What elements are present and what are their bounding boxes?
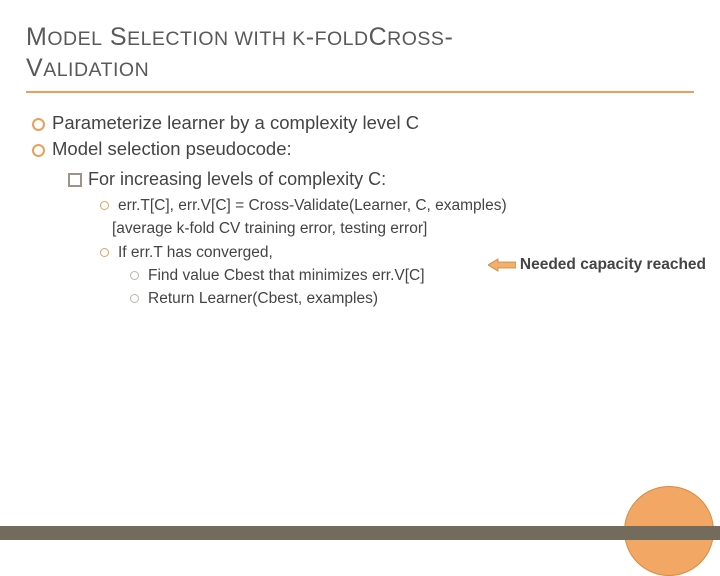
bullet-lvl1: Parameterize learner by a complexity lev… <box>30 111 694 136</box>
title-w1-sc: ODEL <box>47 28 102 50</box>
bullet-sub-note: [average k-fold CV training error, testi… <box>112 219 694 240</box>
bullet-text: For increasing levels of complexity C: <box>88 169 386 189</box>
bullet-text: Find value Cbest that minimizes err.V[C] <box>148 267 425 284</box>
bullet-lvl1: Model selection pseudocode: <box>30 137 694 162</box>
content-area: Parameterize learner by a complexity lev… <box>26 111 694 310</box>
bullet-lvl4: Return Learner(Cbest, examples) <box>130 289 694 310</box>
bullet-text: [average k-fold CV training error, testi… <box>112 220 427 237</box>
bullet-lvl3: err.T[C], err.V[C] = Cross-Validate(Lear… <box>100 196 694 217</box>
slide-title: MODEL SELECTION WITH K-FOLDCROSS- VALIDA… <box>26 22 694 93</box>
bullet-text: Model selection pseudocode: <box>52 138 292 159</box>
callout: Needed capacity reached <box>488 256 706 274</box>
title-w4-cap: C <box>369 23 388 51</box>
bullet-lvl2: For increasing levels of complexity C: <box>68 168 694 191</box>
bullet-text: Return Learner(Cbest, examples) <box>148 290 378 307</box>
title-w4-sc: ROSS <box>387 28 444 50</box>
title-dash2: - <box>444 23 453 51</box>
title-w5-sc: ALIDATION <box>43 59 149 81</box>
title-w3-sc: FOLD <box>315 28 369 50</box>
callout-text: Needed capacity reached <box>520 256 706 274</box>
slide: MODEL SELECTION WITH K-FOLDCROSS- VALIDA… <box>0 0 720 540</box>
bullet-text: If err.T has converged, <box>118 244 273 261</box>
title-w2-sc: ELECTION WITH K <box>127 28 306 50</box>
title-w5-cap: V <box>26 54 43 82</box>
title-w1-cap: M <box>26 23 47 51</box>
bullet-text: err.T[C], err.V[C] = Cross-Validate(Lear… <box>118 197 507 214</box>
title-w2-cap: S <box>110 23 127 51</box>
title-dash1: - <box>306 23 315 51</box>
arrow-left-icon <box>488 258 516 272</box>
bullet-text: Parameterize learner by a complexity lev… <box>52 112 419 133</box>
bottom-bar <box>0 526 720 540</box>
